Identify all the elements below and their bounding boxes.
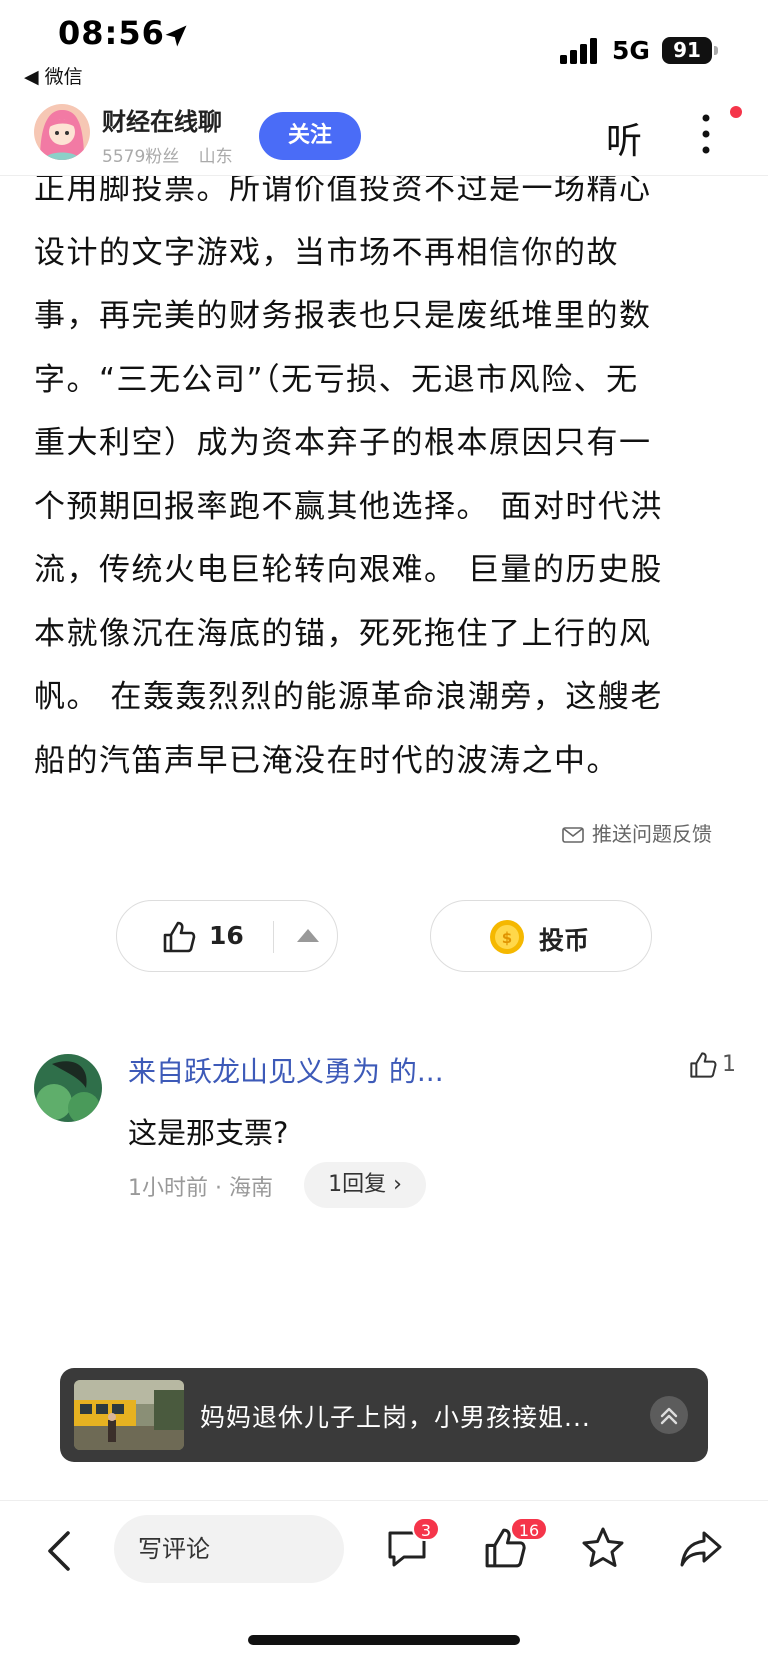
comments-badge: 3 — [412, 1517, 440, 1541]
comment-item: 来自跃龙山见义勇为 的... 1 这是那支票? 1小时前 · 海南 1回复 › — [0, 1040, 768, 1220]
bottom-toolbar: 写评论 3 16 — [0, 1500, 768, 1663]
star-icon[interactable] — [580, 1525, 626, 1571]
comment-thumbs-up-icon[interactable] — [688, 1050, 718, 1080]
author-meta: 5579粉丝 山东 — [102, 142, 247, 167]
author-header: 财经在线聊 5579粉丝 山东 关注 听 — [0, 92, 768, 176]
coin-button[interactable]: $ 投币 — [430, 900, 652, 972]
article-body: 正用脚投票。所谓价值投资不过是一场精心 设计的文字游戏，当市场不再相信你的故 事… — [34, 158, 734, 793]
like-button[interactable]: 16 — [116, 900, 338, 972]
share-icon[interactable] — [678, 1525, 724, 1571]
fans-count: 5579粉丝 — [102, 147, 180, 167]
article-line: 流，传统火电巨轮转向艰难。 巨量的历史股 — [34, 552, 663, 588]
recommendation-banner[interactable]: 妈妈退休儿子上岗，小男孩接姐... — [60, 1368, 708, 1462]
article-line: 船的汽笛声早已淹没在时代的波涛之中。 — [34, 742, 619, 779]
mail-icon — [562, 827, 584, 843]
article-line: 重大利空）成为资本弃子的根本原因只有一 — [34, 425, 652, 461]
view-replies-button[interactable]: 1回复 › — [304, 1162, 426, 1208]
feedback-link[interactable]: 推送问题反馈 — [562, 818, 712, 847]
likes-badge: 16 — [510, 1517, 548, 1541]
like-count: 16 — [209, 921, 244, 950]
author-location: 山东 — [198, 147, 233, 167]
article-line: 个预期回报率跑不赢其他选择。 面对时代洪 — [34, 488, 663, 525]
commenter-name[interactable]: 来自跃龙山见义勇为 的... — [128, 1050, 444, 1090]
thumbs-up-icon — [163, 921, 196, 953]
commenter-avatar[interactable] — [34, 1054, 102, 1122]
article-line: 本就像沉在海底的锚，死死拖住了上行的风 — [34, 615, 652, 652]
double-chevron-up-icon — [660, 1407, 678, 1425]
comment-meta: 1小时前 · 海南 — [128, 1176, 273, 1201]
follow-button[interactable]: 关注 — [259, 112, 361, 160]
network-type: 5G — [612, 36, 650, 65]
more-options-icon[interactable] — [698, 110, 714, 158]
write-comment-input[interactable]: 写评论 — [114, 1515, 344, 1583]
back-to-wechat-link[interactable]: ◀ 微信 — [24, 62, 83, 89]
article-line: 设计的文字游戏，当市场不再相信你的故 — [34, 234, 619, 271]
status-time: 08:56 — [58, 14, 165, 52]
author-avatar[interactable] — [34, 104, 90, 160]
banner-thumbnail — [74, 1380, 184, 1450]
expand-reactions-icon[interactable] — [297, 929, 319, 942]
svg-text:$: $ — [502, 929, 512, 947]
collapse-banner-button[interactable] — [650, 1396, 688, 1434]
battery-icon: 91 — [662, 37, 718, 64]
battery-level: 91 — [662, 37, 712, 64]
home-indicator — [248, 1635, 520, 1645]
article-line: 字。“三无公司”（无亏损、无退市风险、无 — [34, 361, 639, 398]
listen-button[interactable]: 听 — [606, 112, 642, 164]
notification-dot — [730, 106, 742, 118]
author-name[interactable]: 财经在线聊 — [102, 102, 222, 137]
coin-label: 投币 — [539, 926, 590, 955]
banner-title: 妈妈退休儿子上岗，小男孩接姐... — [200, 1403, 591, 1432]
article-line: 帆。 在轰轰烈烈的能源革命浪潮旁，这艘老 — [34, 679, 663, 715]
comment-text: 这是那支票? — [128, 1116, 289, 1150]
back-icon[interactable] — [40, 1527, 80, 1575]
coin-icon: $ — [490, 920, 524, 954]
status-bar: 08:56 ◀ 微信 5G 91 — [0, 0, 768, 90]
article-line: 事，再完美的财务报表也只是废纸堆里的数 — [34, 298, 652, 334]
comment-like-count: 1 — [722, 1052, 736, 1077]
location-arrow-icon — [165, 25, 187, 47]
cellular-signal-icon — [560, 38, 597, 64]
feedback-label: 推送问题反馈 — [592, 822, 712, 846]
